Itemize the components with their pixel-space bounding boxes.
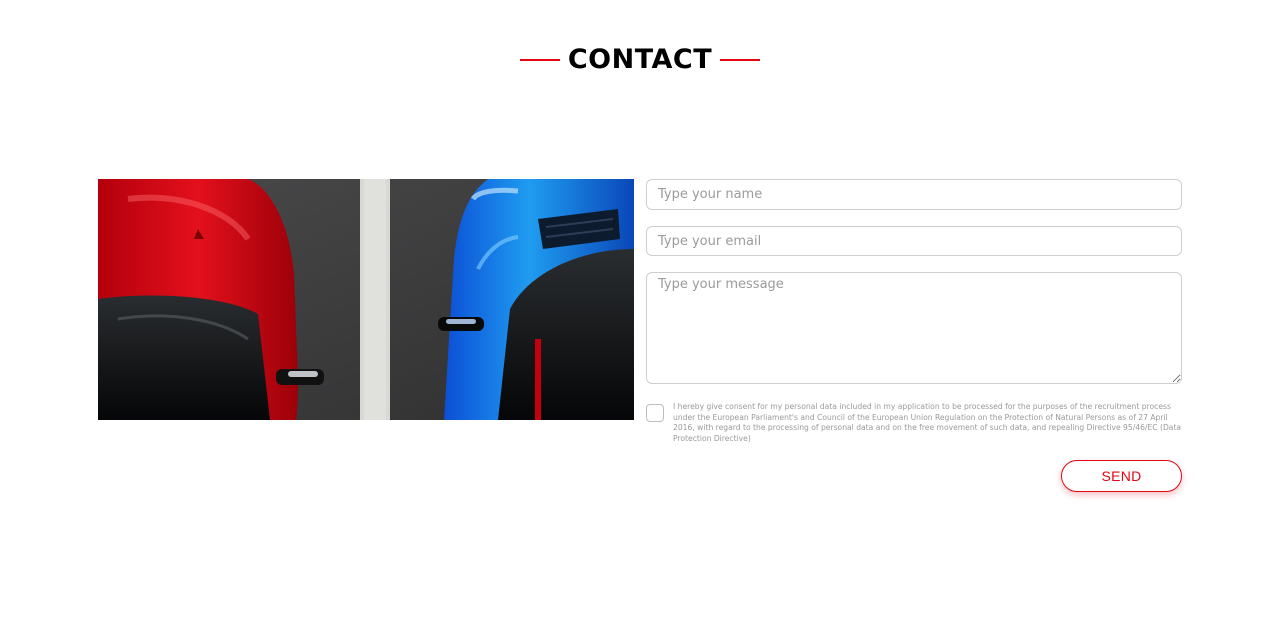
title-line-left [519,59,560,61]
email-input[interactable] [646,226,1182,256]
parked-cars-image [98,179,634,420]
contact-page: CONTACT Type your name Type your email T… [0,0,1280,642]
contact-form: I hereby give consent for my personal da… [646,179,1182,492]
section-heading: CONTACT [0,40,1280,80]
name-input[interactable] [646,179,1182,210]
consent-checkbox[interactable] [646,404,664,422]
message-textarea[interactable] [646,272,1182,384]
consent-row: I hereby give consent for my personal da… [646,402,1182,444]
title-line-right [720,59,761,61]
send-row: SEND [646,460,1182,492]
consent-text: I hereby give consent for my personal da… [673,402,1182,443]
page-title: CONTACT [567,44,713,75]
send-button[interactable]: SEND [1061,460,1182,492]
